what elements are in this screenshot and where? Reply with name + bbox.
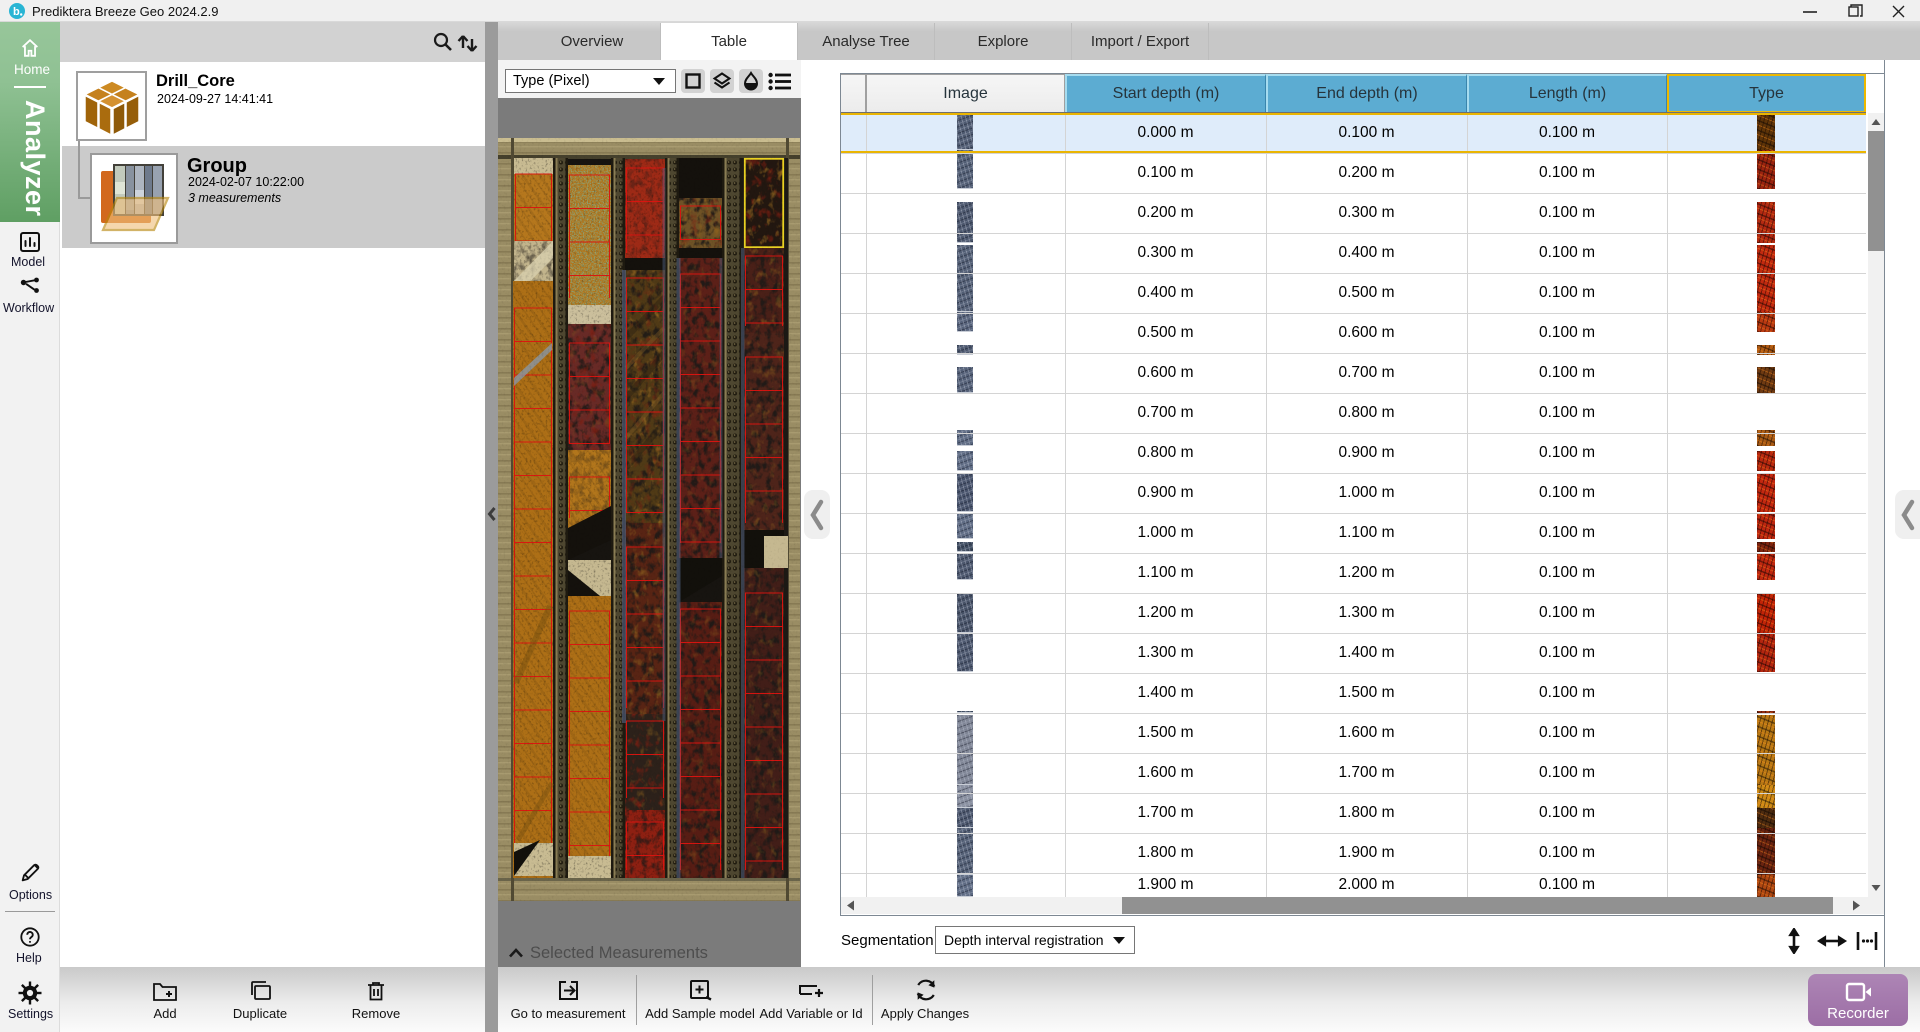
svg-text:b: b	[13, 6, 20, 18]
